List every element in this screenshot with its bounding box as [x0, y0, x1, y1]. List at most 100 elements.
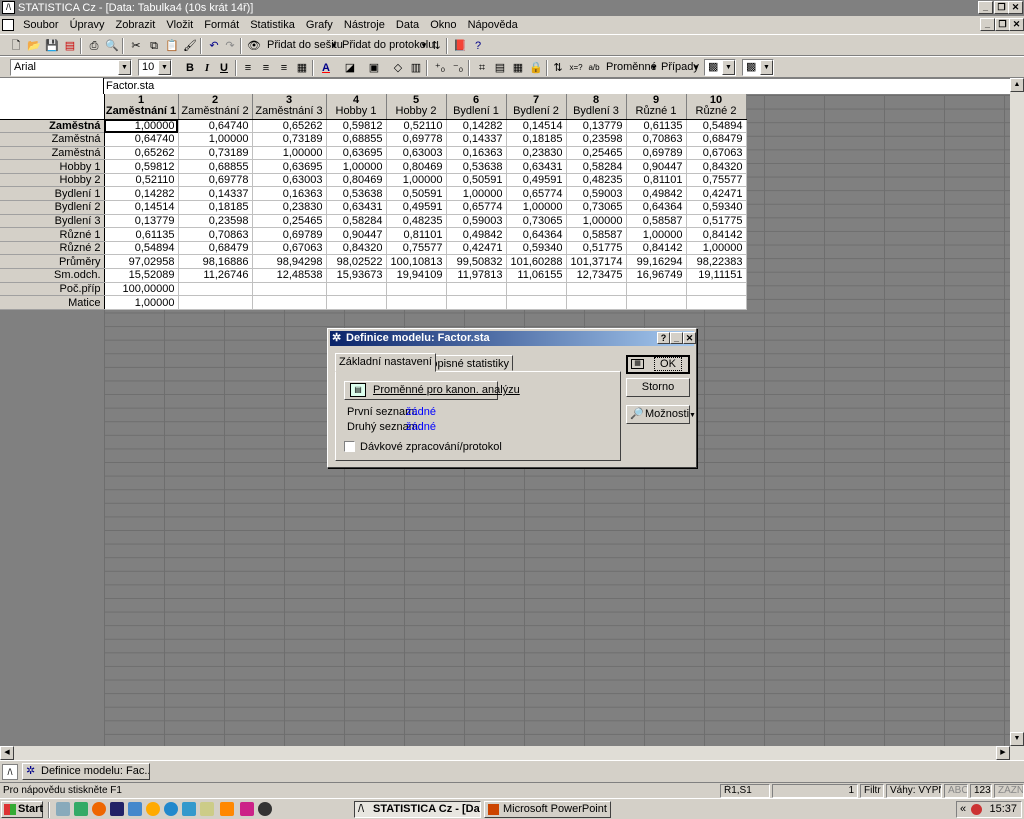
table-cell[interactable]: 0,68479	[686, 132, 747, 147]
table-cell[interactable]: 0,68855	[326, 132, 387, 147]
table-cell[interactable]	[626, 295, 687, 310]
chevron-down-icon[interactable]: ▼	[722, 60, 735, 75]
sort-icon[interactable]: ⇅	[550, 60, 566, 76]
table-cell[interactable]: 0,59340	[506, 241, 567, 256]
table-cell[interactable]: 98,02522	[326, 254, 387, 270]
variables-spec-icon[interactable]: ⌗	[474, 60, 490, 76]
table-cell[interactable]: 97,02958	[104, 254, 179, 270]
options-button[interactable]: 🔎 Možnosti▼	[626, 405, 696, 424]
menu-data[interactable]: Data	[392, 16, 423, 34]
table-cell[interactable]: 0,14514	[506, 119, 567, 134]
table-cell[interactable]: 11,06155	[506, 268, 567, 283]
cut-icon[interactable]: ✂	[128, 38, 144, 54]
table-cell[interactable]: 100,00000	[104, 282, 179, 297]
table-cell[interactable]: 0,69789	[252, 227, 327, 242]
align-center-icon[interactable]: ≡	[258, 60, 274, 76]
table-cell[interactable]: 0,90447	[626, 159, 687, 174]
row-header[interactable]: Bydlení 2	[0, 200, 105, 215]
table-cell[interactable]: 1,00000	[178, 132, 253, 147]
table-cell[interactable]: 0,59340	[686, 200, 747, 215]
start-button[interactable]: Start	[1, 801, 43, 818]
task-window-definice[interactable]: ✲ Definice modelu: Fac...	[22, 763, 150, 780]
table-cell[interactable]: 0,42471	[686, 186, 747, 202]
table-cell[interactable]	[252, 295, 327, 310]
tab-basic-settings[interactable]: Základní nastavení	[335, 353, 436, 372]
table-cell[interactable]: 0,70863	[626, 132, 687, 147]
column-header-3[interactable]: 3 Zaměstnání 3	[252, 94, 327, 120]
table-cell[interactable]: 0,69778	[178, 173, 253, 188]
table-cell[interactable]: 0,25465	[566, 146, 627, 161]
table-cell[interactable]: 0,63003	[252, 173, 327, 188]
select-cases-combo[interactable]: ▩ ▼	[704, 59, 736, 76]
table-cell[interactable]: 0,65774	[506, 186, 567, 202]
status-weights[interactable]: Váhy: VYPN	[886, 784, 942, 798]
table-cell[interactable]: 0,49842	[446, 227, 507, 242]
quicklaunch-app-icon[interactable]	[258, 802, 272, 816]
table-cell[interactable]: 16,96749	[626, 268, 687, 283]
table-cell[interactable]	[326, 282, 387, 297]
menu-nastroje[interactable]: Nástroje	[340, 16, 389, 34]
table-cell[interactable]: 0,63431	[326, 200, 387, 215]
table-cell[interactable]: 1,00000	[566, 214, 627, 229]
align-left-icon[interactable]: ≡	[240, 60, 256, 76]
weights-combo[interactable]: ▩ ▼	[742, 59, 774, 76]
table-cell[interactable]: 11,97813	[446, 268, 507, 283]
row-header[interactable]: Bydlení 1	[0, 186, 105, 202]
table-cell[interactable]: 0,42471	[446, 241, 507, 256]
table-cell[interactable]	[626, 282, 687, 297]
quicklaunch-app-icon[interactable]	[146, 802, 160, 816]
scroll-down-icon[interactable]: ▼	[1010, 732, 1024, 746]
cases-spec-icon[interactable]: ▤	[492, 60, 508, 76]
restore-button[interactable]: ❐	[994, 1, 1009, 14]
quicklaunch-app-icon[interactable]	[128, 802, 142, 816]
bold-button[interactable]: B	[182, 60, 198, 76]
table-cell[interactable]: 0,48235	[566, 173, 627, 188]
table-cell[interactable]: 0,68855	[178, 159, 253, 174]
table-cell[interactable]: 0,51775	[686, 214, 747, 229]
menu-vlozit[interactable]: Vložit	[162, 16, 197, 34]
chevron-down-icon[interactable]: ▼	[330, 41, 338, 50]
menu-grafy[interactable]: Grafy	[302, 16, 337, 34]
table-cell[interactable]: 0,81101	[386, 227, 447, 242]
quicklaunch-app-icon[interactable]	[164, 802, 178, 816]
table-cell[interactable]: 0,14282	[446, 119, 507, 134]
table-cell[interactable]: 0,84320	[326, 241, 387, 256]
table-cell[interactable]: 19,11151	[686, 268, 747, 283]
table-cell[interactable]: 0,13779	[104, 214, 179, 229]
menu-soubor[interactable]: Soubor	[19, 16, 62, 34]
column-header-4[interactable]: 4 Hobby 1	[326, 94, 387, 120]
table-cell[interactable]: 0,25465	[252, 214, 327, 229]
table-cell[interactable]: 1,00000	[686, 241, 747, 256]
column-header-9[interactable]: 9 Různé 1	[626, 94, 687, 120]
recode-icon[interactable]: x=?	[568, 60, 584, 76]
document-icon[interactable]	[2, 19, 14, 32]
table-cell[interactable]: 0,53638	[446, 159, 507, 174]
save-icon[interactable]: 💾	[44, 38, 60, 54]
table-cell[interactable]: 0,58284	[326, 214, 387, 229]
table-cell[interactable]: 0,69789	[626, 146, 687, 161]
statistica-workspace-icon[interactable]: /\	[2, 764, 18, 780]
quicklaunch-app-icon[interactable]	[56, 802, 70, 816]
menu-statistika[interactable]: Statistika	[246, 16, 299, 34]
row-header[interactable]: Hobby 2	[0, 173, 105, 188]
table-cell[interactable]: 0,14337	[178, 186, 253, 202]
table-cell[interactable]: 0,73065	[506, 214, 567, 229]
paste-icon[interactable]: 📋	[164, 38, 180, 54]
minimize-button[interactable]: _	[978, 1, 993, 14]
column-header-10[interactable]: 10 Různé 2	[686, 94, 747, 120]
table-cell[interactable]	[252, 282, 327, 297]
new-icon[interactable]: 🗋	[8, 38, 24, 54]
table-cell[interactable]: 11,26746	[178, 268, 253, 283]
table-cell[interactable]: 1,00000	[252, 146, 327, 161]
vertical-scrollbar[interactable]: ▲ ▼	[1010, 78, 1024, 746]
align-right-icon[interactable]: ≡	[276, 60, 292, 76]
column-header-7[interactable]: 7 Bydlení 2	[506, 94, 567, 120]
table-cell[interactable]: 0,59812	[326, 119, 387, 134]
close-button[interactable]: ✕	[1008, 1, 1023, 14]
column-header-1[interactable]: 1 Zaměstnání 1	[104, 94, 179, 120]
dialog-minimize-button[interactable]: _	[670, 332, 683, 344]
scroll-left-icon[interactable]: ◀	[0, 746, 14, 760]
table-cell[interactable]: 0,80469	[326, 173, 387, 188]
table-cell[interactable]: 0,51775	[566, 241, 627, 256]
table-cell[interactable]: 0,64364	[626, 200, 687, 215]
